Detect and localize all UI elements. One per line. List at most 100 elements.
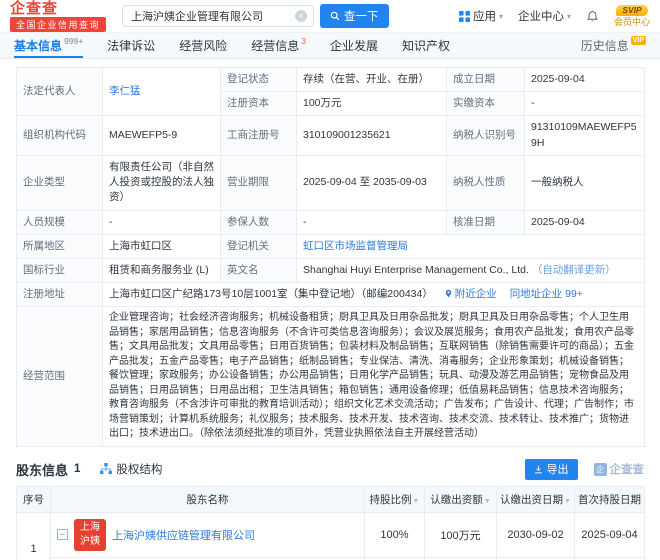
staff-size-label: 人员规模 [17,210,103,234]
qcc-watermark-text: 企查查 [610,461,645,477]
reg-capital-label: 注册资本 [221,92,297,116]
table-row: 国标行业 租赁和商务服务业 (L) 英文名 Shanghai Huyi Ente… [17,258,645,282]
address-cell: 上海市虹口区广纪路173号10层1001室（集中登记地）（邮编200434） 附… [103,283,645,307]
address-value: 上海市虹口区广纪路173号10层1001室（集中登记地）（邮编200434） [109,288,433,300]
download-icon [534,465,543,474]
location-pin-icon [444,289,453,298]
shareholder-first-date-cell: 2025-09-04 [575,512,645,557]
svip-member-center[interactable]: SVIP 会员中心 [614,5,650,28]
sort-caret-icon: ▼ [484,498,491,505]
shareholder-no-cell: 1 [17,512,51,560]
insured-num-label: 参保人数 [221,210,297,234]
tab-basic-info-label: 基本信息 [14,37,62,54]
company-type-value: 有限责任公司（非自然人投资或控股的法人独资） [103,155,221,210]
staff-size-value: - [103,210,221,234]
region-label: 所属地区 [17,234,103,258]
tab-development[interactable]: 企业发展 [330,33,378,58]
tab-risk[interactable]: 经营风险 [179,33,227,58]
region-value: 上海市虹口区 [103,234,221,258]
export-button[interactable]: 导出 [525,459,578,480]
equity-structure-icon [100,463,112,475]
taxpayer-type-label: 纳税人性质 [447,155,525,210]
tab-legal[interactable]: 法律诉讼 [107,33,155,58]
search-button[interactable]: 查一下 [320,4,389,28]
nav-enterprise-center-label: 企业中心 [518,8,564,24]
industry-label: 国标行业 [17,258,103,282]
paid-capital-value: - [525,92,645,116]
industry-value: 租赁和商务服务业 (L) [103,258,221,282]
table-row: 注册地址 上海市虹口区广纪路173号10层1001室（集中登记地）（邮编2004… [17,283,645,307]
reg-status-label: 登记状态 [221,68,297,92]
apps-grid-icon [459,11,470,22]
company-type-label: 企业类型 [17,155,103,210]
search-button-label: 查一下 [344,8,379,24]
nav-apps[interactable]: 应用 ▾ [459,8,503,24]
shareholders-section-header: 股东信息 1 股权结构 导出 企 企查查 [16,459,644,480]
business-term-label: 营业期限 [221,155,297,210]
col-date[interactable]: 认缴出资日期▼ [497,486,575,512]
export-button-label: 导出 [547,461,569,477]
establish-date-label: 成立日期 [447,68,525,92]
org-code-label: 组织机构代码 [17,116,103,155]
reg-no-value: 310109001235621 [297,116,447,155]
nearby-companies-link[interactable]: 附近企业 [444,288,497,300]
tab-legal-label: 法律诉讼 [107,37,155,54]
sort-caret-icon: ▼ [564,498,571,505]
insured-num-value: - [297,210,447,234]
reg-capital-value: 100万元 [297,92,447,116]
approve-date-value: 2025-09-04 [525,210,645,234]
tax-no-value: 91310109MAEWEFP59H [525,116,645,155]
top-nav: 应用 ▾ 企业中心 ▾ SVIP 会员中心 [459,5,650,28]
tab-basic-info[interactable]: 基本信息 999+ [14,33,83,58]
taxpayer-type-value: 一般纳税人 [525,155,645,210]
qcc-company-page: 企查查 全国企业信用查询 × 查一下 应用 ▾ 企业中心 ▾ [0,0,660,560]
qcc-logo[interactable]: 企查查 全国企业信用查询 [10,1,106,32]
shareholder-name-link[interactable]: 上海沪姨供应链管理有限公司 [112,527,255,543]
qcc-watermark-icon: 企 [594,463,607,476]
clear-search-icon[interactable]: × [295,10,307,22]
table-row: 所属地区 上海市虹口区 登记机关 虹口区市场监督管理局 [17,234,645,258]
table-row: 组织机构代码 MAEWEFP5-9 工商注册号 310109001235621 … [17,116,645,155]
auto-translate-note[interactable]: （自动翻译更新） [532,264,616,276]
col-ratio-label: 持股比例 [370,494,412,506]
qcc-watermark: 企 企查查 [594,461,645,477]
same-address-companies-link[interactable]: 同地址企业 99+ [510,288,583,300]
paid-capital-label: 实缴资本 [447,92,525,116]
tab-operation[interactable]: 经营信息 3 [251,33,306,58]
english-name-value: Shanghai Huyi Enterprise Management Co.,… [303,264,529,276]
equity-structure-button[interactable]: 股权结构 [100,461,162,477]
business-scope-label: 经营范围 [17,307,103,447]
tab-history[interactable]: 历史信息 VIP [581,33,646,58]
col-amount-label: 认缴出资额 [430,494,483,506]
tab-risk-label: 经营风险 [179,37,227,54]
table-row: 经营范围 企业管理咨询；社会经济咨询服务；机械设备租赁；厨具卫具及日用杂品批发；… [17,307,645,447]
shareholder-row: 1 − 上海沪姨 上海沪姨供应链管理有限公司 100% 100万元 2030-0… [17,512,645,557]
search-input[interactable] [129,9,291,23]
qcc-logo-tagline: 全国企业信用查询 [10,17,106,32]
legal-rep-cell: 李仁猛 [103,68,221,116]
nav-enterprise-center[interactable]: 企业中心 ▾ [518,8,571,24]
reg-status-value: 存续（在营、开业、在册） [297,68,447,92]
shareholders-title: 股东信息 [16,460,68,479]
tab-ip[interactable]: 知识产权 [402,33,450,58]
collapse-node-icon[interactable]: − [57,529,68,540]
english-name-cell: Shanghai Huyi Enterprise Management Co.,… [297,258,645,282]
tab-basic-info-count: 999+ [64,36,83,46]
table-header-row: 序号 股东名称 持股比例▼ 认缴出资额▼ 认缴出资日期▼ 首次持股日期 [17,486,645,512]
tab-ip-label: 知识产权 [402,37,450,54]
col-ratio[interactable]: 持股比例▼ [365,486,425,512]
top-header: 企查查 全国企业信用查询 × 查一下 应用 ▾ 企业中心 ▾ [0,0,660,32]
legal-rep-link[interactable]: 李仁猛 [109,85,141,97]
approve-date-label: 核准日期 [447,210,525,234]
authority-link[interactable]: 虹口区市场监督管理局 [303,240,408,252]
col-amount[interactable]: 认缴出资额▼ [425,486,497,512]
org-code-value: MAEWEFP5-9 [103,116,221,155]
nearby-companies-label: 附近企业 [455,288,497,300]
company-search-box[interactable]: × [122,5,314,27]
reg-no-label: 工商注册号 [221,116,297,155]
col-date-label: 认缴出资日期 [500,494,563,506]
shareholders-table-wrap: 序号 股东名称 持股比例▼ 认缴出资额▼ 认缴出资日期▼ 首次持股日期 1 − … [16,486,644,560]
notification-bell-icon[interactable] [586,10,599,23]
authority-cell: 虹口区市场监督管理局 [297,234,645,258]
address-label: 注册地址 [17,283,103,307]
